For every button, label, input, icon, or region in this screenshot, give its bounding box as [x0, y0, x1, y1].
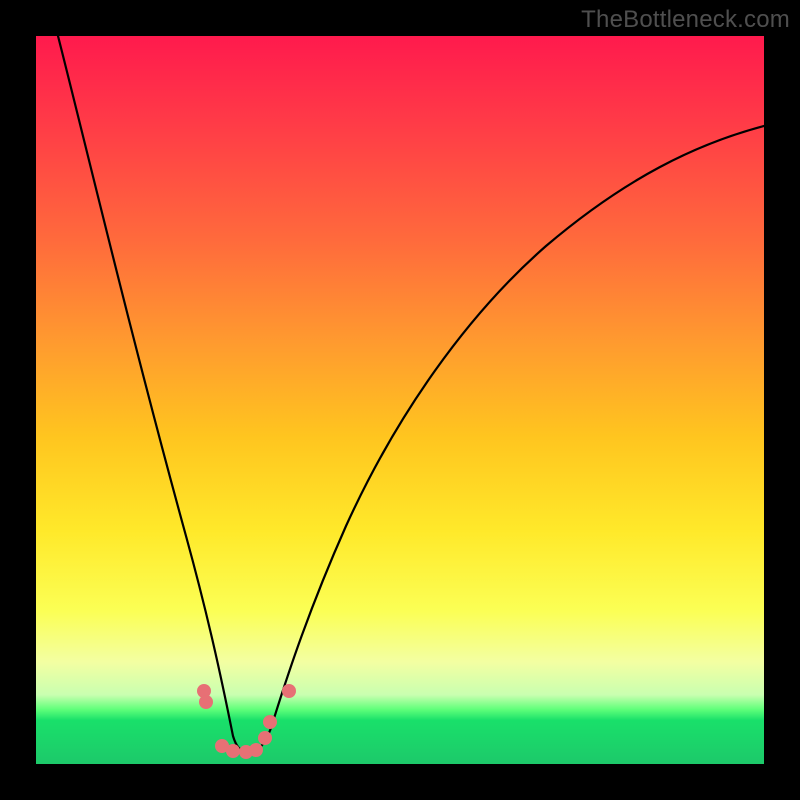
watermark-text: TheBottleneck.com — [581, 6, 790, 34]
bottleneck-curve — [36, 36, 764, 764]
marker-dot — [249, 743, 263, 757]
curve-right — [248, 126, 764, 752]
marker-dot — [199, 695, 213, 709]
marker-dot — [282, 684, 296, 698]
curve-left — [58, 36, 248, 752]
marker-dot — [226, 744, 240, 758]
plot-area — [36, 36, 764, 764]
marker-dot — [263, 715, 277, 729]
marker-dot — [258, 731, 272, 745]
chart-frame: TheBottleneck.com — [0, 0, 800, 800]
